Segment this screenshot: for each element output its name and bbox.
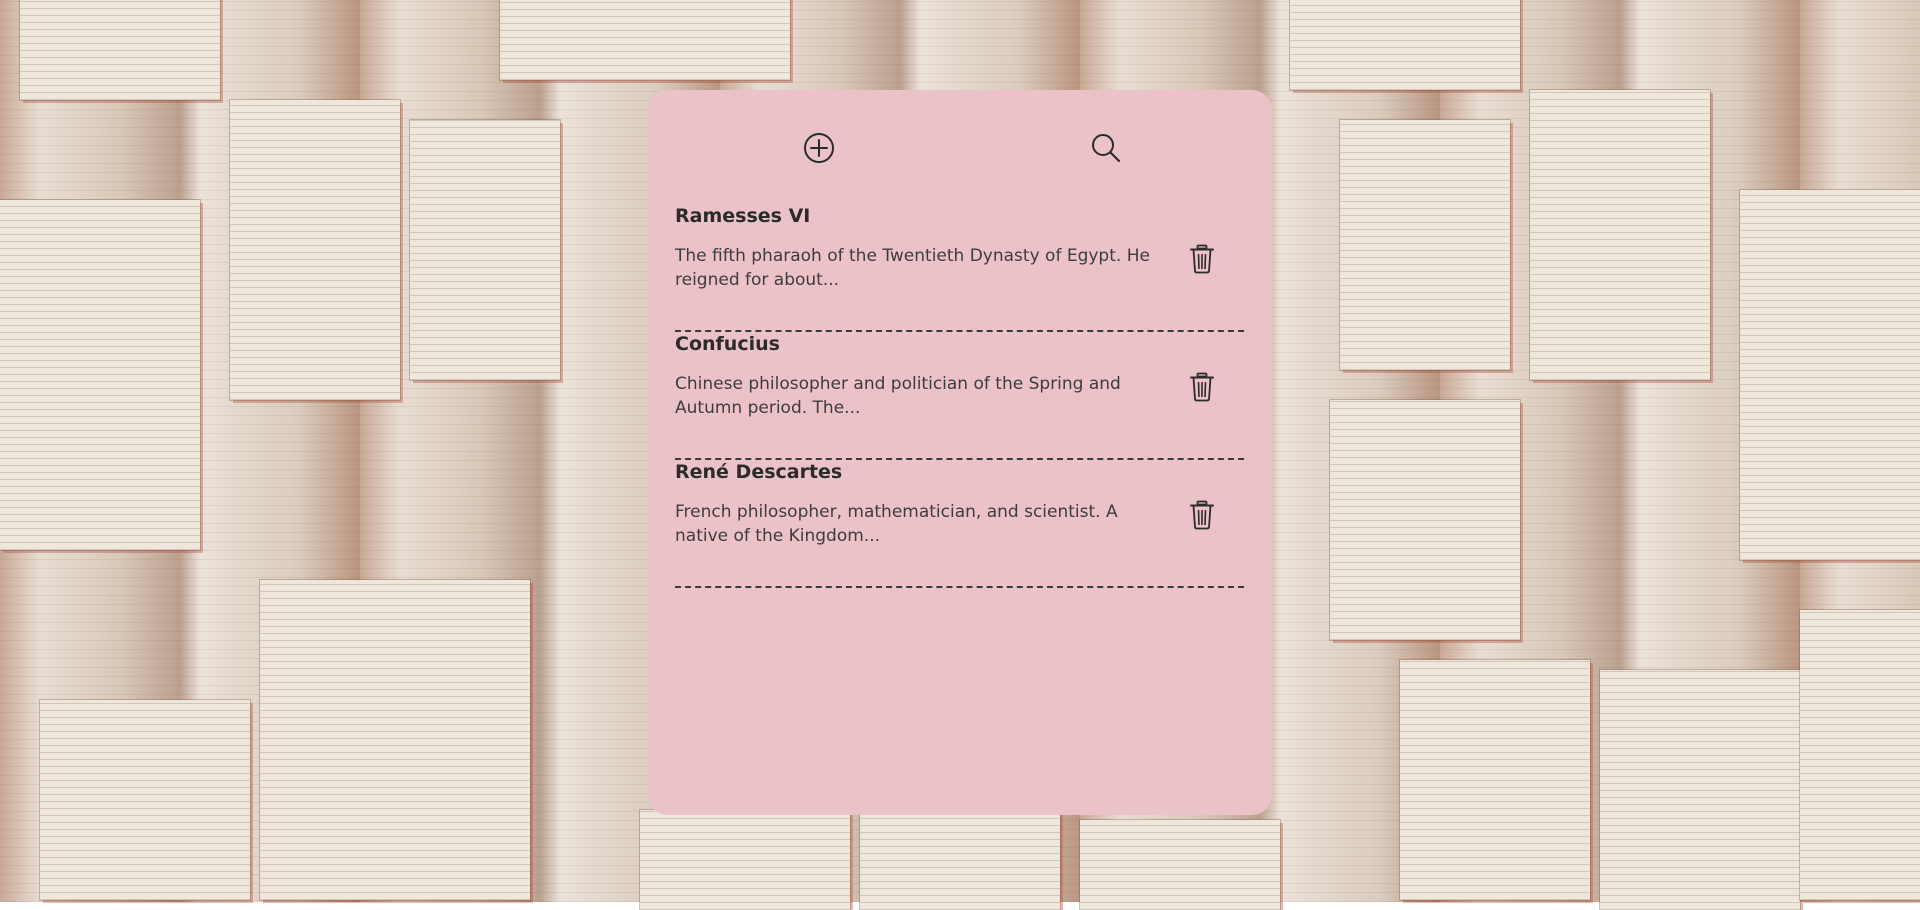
background-page	[1290, 0, 1520, 90]
note-item[interactable]: Ramesses VI The fifth pharaoh of the Twe…	[675, 204, 1244, 332]
background-page	[1740, 190, 1920, 560]
trash-icon	[1190, 372, 1214, 402]
toolbar	[675, 90, 1244, 204]
background-page	[1530, 90, 1710, 380]
trash-icon	[1190, 500, 1214, 530]
background-page	[1600, 670, 1800, 910]
background-page	[410, 120, 560, 380]
background-page	[1080, 820, 1280, 910]
note-item[interactable]: Confucius Chinese philosopher and politi…	[675, 332, 1244, 460]
background-page	[500, 0, 790, 80]
note-preview: Chinese philosopher and politician of th…	[675, 374, 1121, 418]
background-page	[640, 810, 850, 910]
note-preview: French philosopher, mathematician, and s…	[675, 502, 1118, 546]
plus-circle-icon	[804, 133, 834, 163]
notes-panel: Ramesses VI The fifth pharaoh of the Twe…	[648, 90, 1272, 815]
trash-icon	[1190, 244, 1214, 274]
note-title: Ramesses VI	[675, 205, 811, 227]
background-page	[0, 200, 200, 550]
add-note-button[interactable]	[801, 130, 837, 166]
background-page	[230, 100, 400, 400]
search-icon	[1092, 134, 1121, 163]
delete-note-button[interactable]	[1189, 244, 1215, 274]
background-page	[860, 800, 1060, 910]
note-title: Confucius	[675, 333, 780, 355]
note-item[interactable]: René Descartes French philosopher, mathe…	[675, 460, 1244, 588]
delete-note-button[interactable]	[1189, 372, 1215, 402]
note-preview: The fifth pharaoh of the Twentieth Dynas…	[675, 246, 1150, 290]
background-page	[20, 0, 220, 100]
notes-list: Ramesses VI The fifth pharaoh of the Twe…	[675, 204, 1244, 588]
delete-note-button[interactable]	[1189, 500, 1215, 530]
background-page	[40, 700, 250, 900]
background-page	[1800, 610, 1920, 900]
search-button[interactable]	[1088, 130, 1124, 166]
background-page	[1400, 660, 1590, 900]
note-title: René Descartes	[675, 461, 843, 483]
background-page	[260, 580, 530, 900]
background-page	[1330, 400, 1520, 640]
background-page	[1340, 120, 1510, 370]
